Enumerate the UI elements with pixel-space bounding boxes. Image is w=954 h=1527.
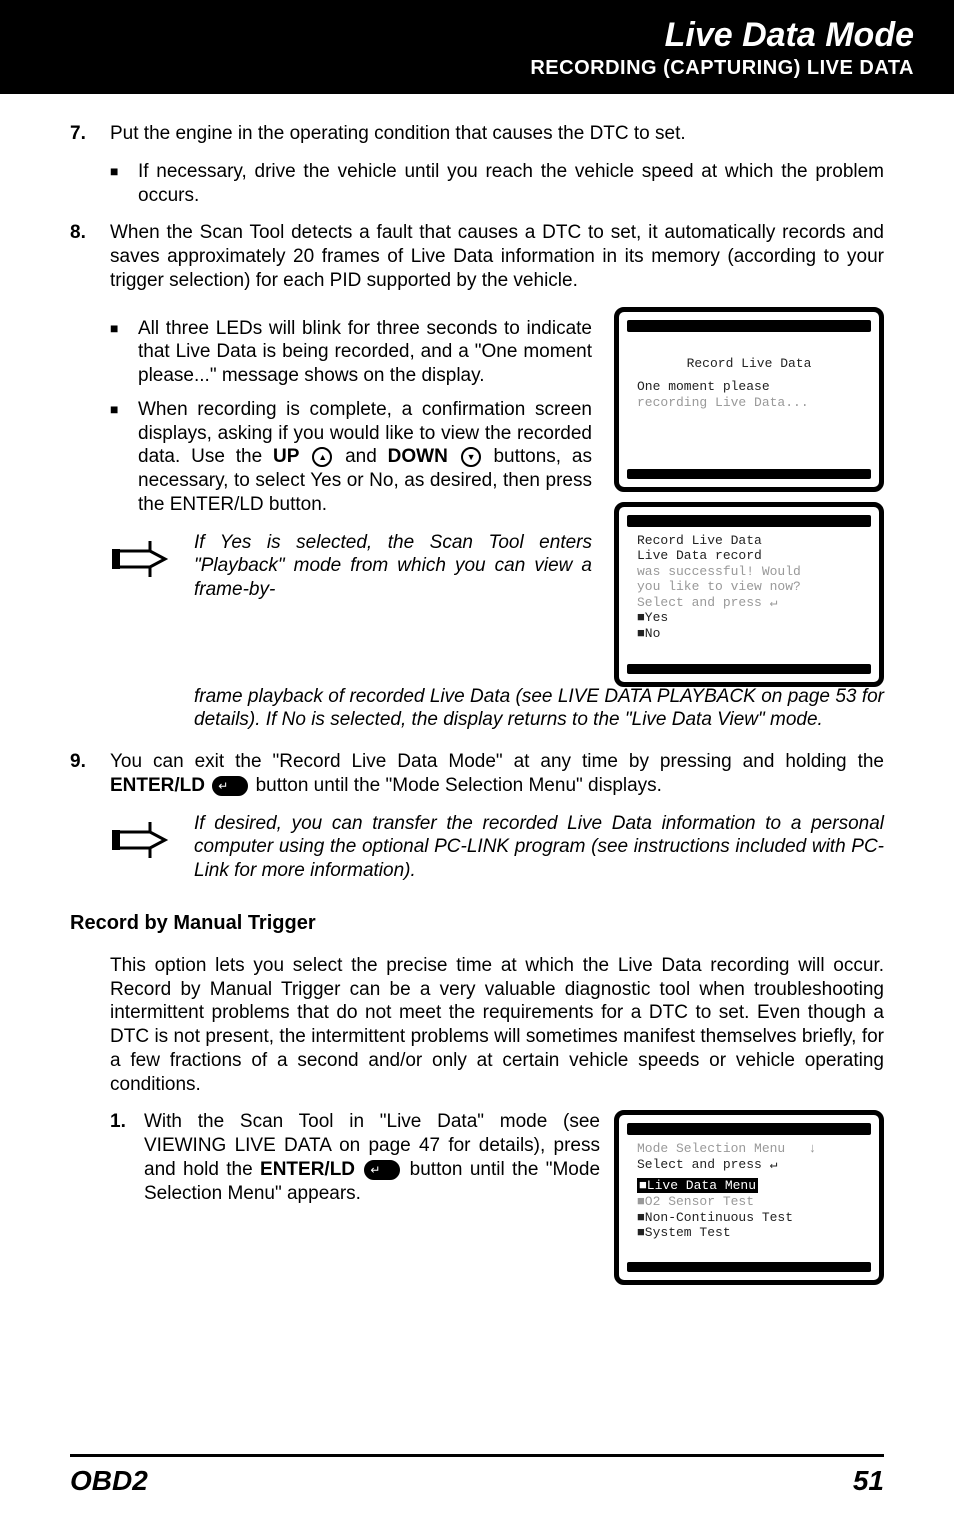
step-8-bullet-1: ■ All three LEDs will blink for three se…: [110, 317, 592, 388]
screen-line: Select and press ↵: [637, 1157, 861, 1173]
up-label: UP: [273, 446, 299, 467]
page-header: Live Data Mode RECORDING (CAPTURING) LIV…: [0, 0, 954, 94]
section-paragraph: This option lets you select the precise …: [110, 954, 884, 1097]
screen-line: ■Yes: [637, 610, 861, 626]
screen-illustration: Mode Selection Menu ↓ Select and press ↵…: [614, 1110, 884, 1285]
footer-left: OBD2: [70, 1465, 148, 1497]
down-label: DOWN: [388, 446, 448, 467]
step-9-note: If desired, you can transfer the recorde…: [110, 812, 884, 883]
text-fragment: button until the "Mode Selection Menu" d…: [256, 775, 662, 796]
screen-line: ■Non-Continuous Test: [637, 1210, 861, 1226]
screen-top-bar: [627, 1123, 871, 1135]
note-text: If Yes is selected, the Scan Tool enters…: [194, 531, 592, 602]
step-text: You can exit the "Record Live Data Mode"…: [110, 750, 884, 798]
step-8-bullets: ■ All three LEDs will blink for three se…: [110, 307, 592, 602]
page-footer: OBD2 51: [70, 1465, 884, 1497]
step-7: 7. Put the engine in the operating condi…: [70, 122, 884, 146]
step-7-bullet: ■ If necessary, drive the vehicle until …: [110, 160, 884, 208]
enter-button-icon: [212, 776, 248, 796]
step-text: Put the engine in the operating conditio…: [110, 122, 884, 146]
screen-top-bar: [627, 320, 871, 332]
bullet-text: When recording is complete, a confirmati…: [138, 398, 592, 517]
footer-page-number: 51: [853, 1465, 884, 1497]
screen-line: One moment please: [637, 379, 861, 395]
screen-bottom-bar: [627, 469, 871, 479]
enter-button-icon: [364, 1160, 400, 1180]
step-text: When the Scan Tool detects a fault that …: [110, 221, 884, 292]
bullet-text: All three LEDs will blink for three seco…: [138, 317, 592, 388]
step-8-detail-block: ■ All three LEDs will blink for three se…: [110, 307, 884, 687]
step-number: 7.: [70, 122, 110, 146]
note-text: If desired, you can transfer the recorde…: [194, 812, 884, 883]
screen-line: Record Live Data: [637, 533, 861, 549]
header-subtitle: RECORDING (CAPTURING) LIVE DATA: [40, 57, 914, 80]
screen-line: ■No: [637, 626, 861, 642]
screen-bottom-bar: [627, 1262, 871, 1272]
step-8-bullet-2: ■ When recording is complete, a confirma…: [110, 398, 592, 517]
screen-illustrations: Record Live Data One moment please recor…: [614, 307, 884, 687]
bullet-text: If necessary, drive the vehicle until yo…: [138, 160, 884, 208]
section-heading: Record by Manual Trigger: [70, 911, 884, 936]
enter-ld-label: ENTER/LD: [260, 1159, 355, 1180]
screen-content: Record Live Data Live Data record was su…: [627, 527, 871, 664]
screen-line: recording Live Data...: [637, 395, 861, 411]
bullet-icon: ■: [110, 398, 138, 517]
note-continuation: frame playback of recorded Live Data (se…: [194, 685, 884, 733]
down-arrow-icon: [461, 447, 481, 467]
step-text: With the Scan Tool in "Live Data" mode (…: [144, 1110, 600, 1205]
screen-content: Mode Selection Menu ↓ Select and press ↵…: [627, 1135, 871, 1262]
pointing-hand-icon: [110, 531, 180, 587]
section2-step1: 1. With the Scan Tool in "Live Data" mod…: [110, 1110, 600, 1205]
header-title: Live Data Mode: [40, 16, 914, 55]
footer-rule: [70, 1454, 884, 1457]
pointing-hand-icon: [110, 812, 180, 868]
screen-bottom-bar: [627, 664, 871, 674]
page-content: 7. Put the engine in the operating condi…: [0, 94, 954, 1291]
bullet-icon: ■: [110, 160, 138, 208]
screen-mode-menu: Mode Selection Menu ↓ Select and press ↵…: [614, 1110, 884, 1285]
enter-ld-label: ENTER/LD: [110, 775, 205, 796]
up-arrow-icon: [312, 447, 332, 467]
step-number: 9.: [70, 750, 110, 798]
screen-line: Select and press ↵: [637, 595, 861, 611]
bullet-icon: ■: [110, 317, 138, 388]
screen-line: ■O2 Sensor Test: [637, 1194, 861, 1210]
screen-line: was successful! Would: [637, 564, 861, 580]
page: Live Data Mode RECORDING (CAPTURING) LIV…: [0, 0, 954, 1527]
screen-content: Record Live Data One moment please recor…: [627, 332, 871, 469]
text-fragment: You can exit the "Record Live Data Mode"…: [110, 751, 884, 772]
step-number: 1.: [110, 1110, 144, 1205]
text-fragment: and: [345, 446, 388, 467]
section2-step1-block: Mode Selection Menu ↓ Select and press ↵…: [110, 1110, 884, 1291]
screen-highlighted-item: ■Live Data Menu: [637, 1178, 758, 1193]
screen-line: Mode Selection Menu ↓: [637, 1141, 861, 1157]
screen-record-done: Record Live Data Live Data record was su…: [614, 502, 884, 687]
step-9: 9. You can exit the "Record Live Data Mo…: [70, 750, 884, 798]
screen-line: ■Live Data Menu: [637, 1178, 861, 1194]
screen-line: Record Live Data: [637, 356, 861, 372]
screen-top-bar: [627, 515, 871, 527]
screen-line: you like to view now?: [637, 579, 861, 595]
screen-line: Live Data record: [637, 548, 861, 564]
screen-record-wait: Record Live Data One moment please recor…: [614, 307, 884, 492]
screen-line: ■System Test: [637, 1225, 861, 1241]
step-8-note: If Yes is selected, the Scan Tool enters…: [110, 531, 592, 602]
step-8: 8. When the Scan Tool detects a fault th…: [70, 221, 884, 292]
step-number: 8.: [70, 221, 110, 292]
